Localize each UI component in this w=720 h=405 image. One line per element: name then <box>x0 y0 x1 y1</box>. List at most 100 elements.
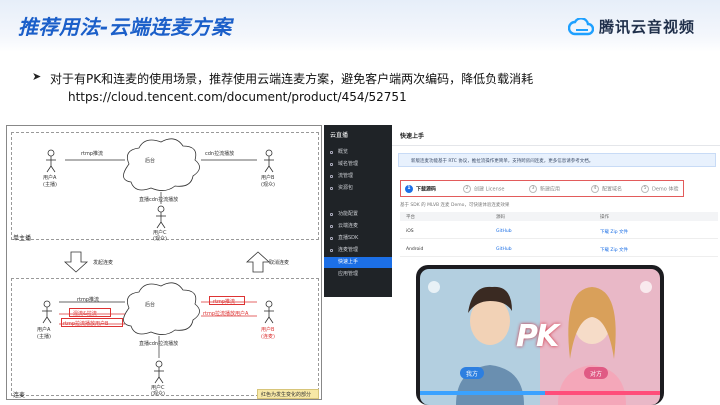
user-b-icon-bottom <box>264 300 274 324</box>
sidebar-item-domain[interactable]: 域名管理 <box>324 159 392 170</box>
female-avatar-icon <box>558 287 626 405</box>
row-platform: Android <box>406 247 424 252</box>
page-title: 推荐用法-云端连麦方案 <box>18 15 232 39</box>
pull-b-a-label: rtmp拉流播放用户B <box>63 321 109 327</box>
user-a-role: (主播) <box>43 182 57 188</box>
user-a-label: 用户A <box>43 175 57 181</box>
co-host-tag: 连麦 <box>13 392 26 399</box>
cancel-mic-label: 取消连麦 <box>269 260 290 266</box>
pk-screen: PK 我方 对方 <box>420 269 660 405</box>
sidebar-item-config[interactable]: 功能配置 <box>324 209 392 220</box>
start-mic-label: 发起连麦 <box>93 260 114 266</box>
brand-logo: 腾讯云音视频 <box>568 16 695 37</box>
table-row: Android GitHub 下载 Zip 文件 <box>400 241 718 257</box>
pull-b-label: rtmp拉流播放用户A <box>203 311 249 317</box>
user-a-role-bottom: (主播) <box>37 334 51 340</box>
user-b-label-bottom: 用户B <box>261 327 275 333</box>
menu-label: 功能配置 <box>338 211 359 217</box>
table-row: iOS GitHub 下载 Zip 文件 <box>400 223 718 239</box>
user-b-label: 用户B <box>261 175 275 181</box>
user-c-icon-bottom <box>154 360 164 384</box>
cdn-label-bottom: 直播cdn拉流播放 <box>139 341 179 347</box>
brand-name: 腾讯云音视频 <box>599 18 696 36</box>
console-title: 快速上手 <box>400 133 425 140</box>
user-c-role-bottom: (观众) <box>151 391 165 397</box>
sidebar-item-stream[interactable]: 流管理 <box>324 171 392 182</box>
arrow-down-icon <box>63 251 89 273</box>
col-platform: 平台 <box>406 215 415 220</box>
arrow-up-icon <box>245 251 271 273</box>
push-a-label: rtmp推流 <box>77 297 100 303</box>
push-label: rtmp推流 <box>81 151 104 157</box>
pull-label: cdn拉流播放 <box>205 151 235 157</box>
menu-icon <box>330 187 333 190</box>
mix-a-label: 混流&拉流 <box>73 311 97 317</box>
user-b-icon <box>264 149 274 173</box>
menu-icon <box>330 249 333 252</box>
bullet-text: ➤ 对于有PK和连麦的使用场景，推荐使用云端连麦方案，避免客户端两次编码，降低负… <box>32 70 534 87</box>
menu-icon <box>330 151 333 154</box>
user-b-role: (观众) <box>261 182 275 188</box>
console-logo: 云直播 <box>330 132 349 139</box>
row-platform: iOS <box>406 229 414 234</box>
push-b-label: rtmp推流 <box>213 299 236 305</box>
change-note: 红色为发生变化的部分 <box>257 389 319 399</box>
steps-subtitle: 基于 SDK 的 MLVB 连麦 Demo，可快速体验连麦效果 <box>400 203 510 208</box>
architecture-diagram: 后台 rtmp推流 cdn拉流播放 直播cdn拉流播放 用户A (主播) 用户B… <box>6 125 322 400</box>
col-action: 操作 <box>600 215 609 220</box>
user-c-role: (观众) <box>153 236 167 242</box>
sidebar-item-quick-start[interactable]: 快速上手 <box>324 257 392 268</box>
row-source-link[interactable]: GitHub <box>496 247 512 252</box>
user-a-label-bottom: 用户A <box>37 327 51 333</box>
pk-score-bar <box>420 391 660 395</box>
col-source: 源码 <box>496 215 505 220</box>
menu-label: 快速上手 <box>338 259 359 265</box>
slide: 推荐用法-云端连麦方案 腾讯云音视频 ➤ 对于有PK和连麦的使用场景，推荐使用云… <box>0 0 720 405</box>
step-app[interactable]: 3 新建应用 <box>529 185 560 193</box>
cloud-logo-icon <box>568 17 594 35</box>
single-host-tag: 单主播 <box>13 235 32 242</box>
row-action-link[interactable]: 下载 Zip 文件 <box>600 247 628 253</box>
menu-icon <box>330 163 333 166</box>
menu-label: 资源包 <box>338 185 354 191</box>
info-banner: 新版连麦功能基于 RTC 协议，推拉流操作更简单，支持跨房间连麦，更多信息请参考… <box>398 153 716 167</box>
male-avatar-icon <box>456 286 524 405</box>
menu-icon <box>330 225 333 228</box>
row-action-link[interactable]: 下载 Zip 文件 <box>600 229 628 235</box>
user-c-icon <box>156 205 166 229</box>
cdn-label: 直播cdn拉流播放 <box>139 197 179 203</box>
user-b-role-bottom: (连麦) <box>261 334 275 340</box>
sidebar-item-mic-manage[interactable]: 连麦管理 <box>324 245 392 256</box>
menu-icon <box>330 237 333 240</box>
step-download[interactable]: 1 下载源码 <box>405 185 436 193</box>
user-a-icon-bottom <box>42 300 52 324</box>
menu-label: 直播SDK <box>338 235 359 241</box>
console-sidebar: 云直播 概览 域名管理 流管理 资源包 功能配置 云端连麦 直播SDK 连麦管理… <box>324 125 392 297</box>
row-source-link[interactable]: GitHub <box>496 229 512 234</box>
sidebar-item-app[interactable]: 应用管理 <box>324 269 392 280</box>
step-license[interactable]: 2 创建 License <box>463 185 504 193</box>
menu-icon <box>330 213 333 216</box>
menu-label: 应用管理 <box>338 271 359 277</box>
sidebar-item-package[interactable]: 资源包 <box>324 183 392 194</box>
doc-url: https://cloud.tencent.com/document/produ… <box>68 90 407 104</box>
menu-label: 概览 <box>338 149 349 155</box>
menu-label: 域名管理 <box>338 161 359 167</box>
table-header: 平台 源码 操作 <box>400 212 718 221</box>
menu-label: 连麦管理 <box>338 247 359 253</box>
step-demo[interactable]: 5 Demo 体验 <box>641 185 678 193</box>
guest-avatar-icon <box>640 281 652 293</box>
host-avatar-icon <box>428 281 440 293</box>
sidebar-item-sdk[interactable]: 直播SDK <box>324 233 392 244</box>
bullet-arrow-icon: ➤ <box>32 70 42 83</box>
divider <box>392 145 720 146</box>
sidebar-item-overview[interactable]: 概览 <box>324 147 392 158</box>
steps-bar: 1 下载源码 2 创建 License 3 新建应用 4 配置域名 5 Demo 体验 <box>400 180 684 197</box>
left-name-chip: 我方 <box>460 367 485 379</box>
menu-label: 云端连麦 <box>338 223 359 229</box>
bullet-text-content: 对于有PK和连麦的使用场景，推荐使用云端连麦方案，避免客户端两次编码，降低负载消… <box>50 72 534 86</box>
cloud-label: 后台 <box>145 158 156 164</box>
phone-mockup: PK 我方 对方 <box>416 265 664 405</box>
step-domain[interactable]: 4 配置域名 <box>591 185 622 193</box>
sidebar-item-cloud-mic[interactable]: 云端连麦 <box>324 221 392 232</box>
